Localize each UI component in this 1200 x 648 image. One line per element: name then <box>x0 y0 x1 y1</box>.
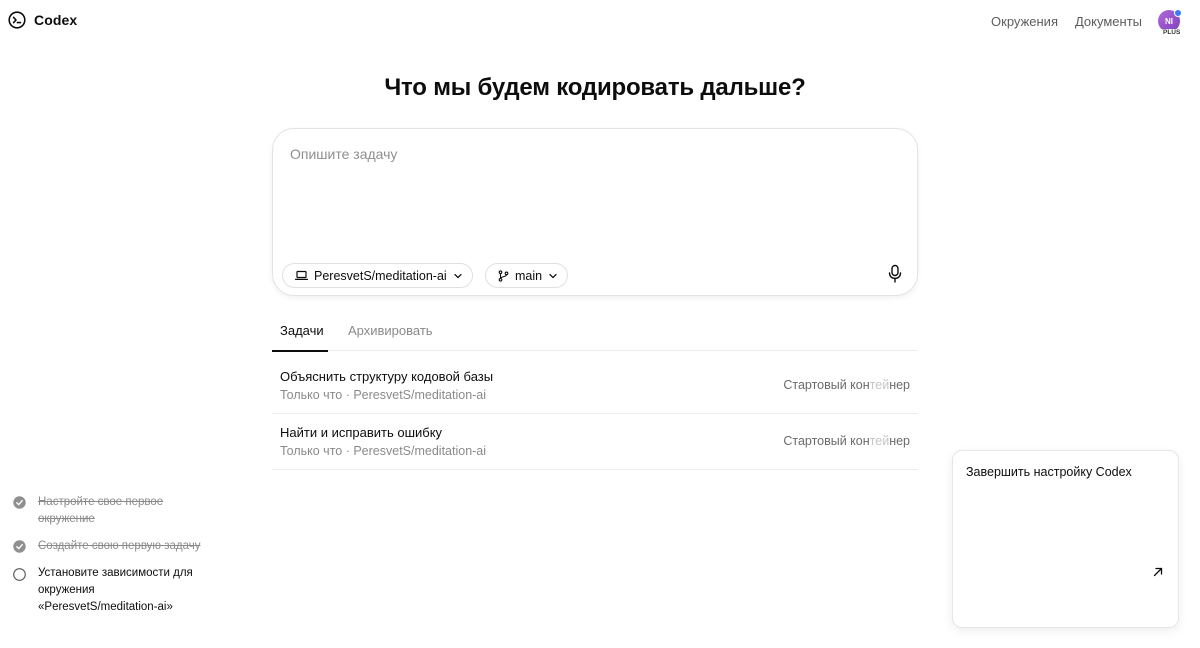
nav-environments-link[interactable]: Окружения <box>991 14 1058 29</box>
user-menu[interactable]: NI PLUS <box>1158 9 1184 40</box>
task-meta: Только что · PeresvetS/meditation-ai <box>280 388 487 402</box>
plan-badge: PLUS <box>1162 29 1182 37</box>
brand[interactable]: Codex <box>8 11 77 29</box>
task-row[interactable]: Объяснить структуру кодовой базы Только … <box>272 358 918 414</box>
repo-selector[interactable]: PeresvetS/meditation-ai <box>282 263 473 288</box>
arrow-up-right-icon[interactable] <box>1152 566 1164 578</box>
microphone-icon[interactable] <box>886 264 904 284</box>
chevron-down-icon <box>549 273 557 278</box>
top-bar: Codex Окружения Документы NI PLUS <box>0 0 1200 44</box>
notification-dot <box>1174 9 1182 17</box>
codex-logo-icon <box>8 11 26 29</box>
empty-circle-icon <box>13 568 26 581</box>
tab-tasks[interactable]: Задачи <box>280 323 324 338</box>
branch-label: main <box>515 268 543 283</box>
setup-step-label: Настройте свое первое окружение <box>38 496 164 525</box>
check-circle-icon <box>13 540 26 553</box>
top-nav: Окружения Документы <box>991 14 1142 29</box>
task-status-text: Стартовый кон <box>783 434 870 448</box>
task-meta: Только что · PeresvetS/meditation-ai <box>280 444 487 458</box>
task-tabs: Задачи Архивировать <box>272 318 918 352</box>
task-title: Найти и исправить ошибку <box>280 425 443 440</box>
branch-selector[interactable]: main <box>485 263 569 288</box>
task-row[interactable]: Найти и исправить ошибку Только что · Pe… <box>272 414 918 470</box>
task-title: Объяснить структуру кодовой базы <box>280 369 494 384</box>
setup-step-label: Установите зависимости для окружения «Pe… <box>38 567 193 613</box>
task-status-tail: нер <box>889 434 910 448</box>
task-status-text: Стартовый кон <box>783 378 870 392</box>
setup-step-label: Создайте свою первую задачу <box>38 540 201 552</box>
page-title: Что мы будем кодировать дальше? <box>384 74 806 101</box>
task-status: Стартовый контейнер <box>783 378 910 392</box>
task-status-faded: тей <box>869 378 890 392</box>
task-composer: PeresvetS/meditation-ai main <box>272 128 918 296</box>
active-tab-indicator <box>272 350 328 352</box>
setup-title: Завершить настройку Codex <box>966 465 1132 479</box>
task-status-tail: нер <box>889 378 910 392</box>
task-status-faded: тей <box>869 434 890 448</box>
nav-docs-link[interactable]: Документы <box>1075 14 1142 29</box>
check-circle-icon <box>13 496 26 509</box>
setup-checklist-card: Завершить настройку Codex <box>952 450 1179 628</box>
tab-archive[interactable]: Архивировать <box>348 323 433 338</box>
chevron-down-icon <box>454 273 462 278</box>
task-input[interactable] <box>290 146 890 236</box>
git-branch-icon <box>498 269 509 282</box>
laptop-icon <box>295 270 308 281</box>
app-name: Codex <box>34 12 78 28</box>
task-status: Стартовый контейнер <box>783 434 910 448</box>
repo-label: PeresvetS/meditation-ai <box>314 268 447 283</box>
